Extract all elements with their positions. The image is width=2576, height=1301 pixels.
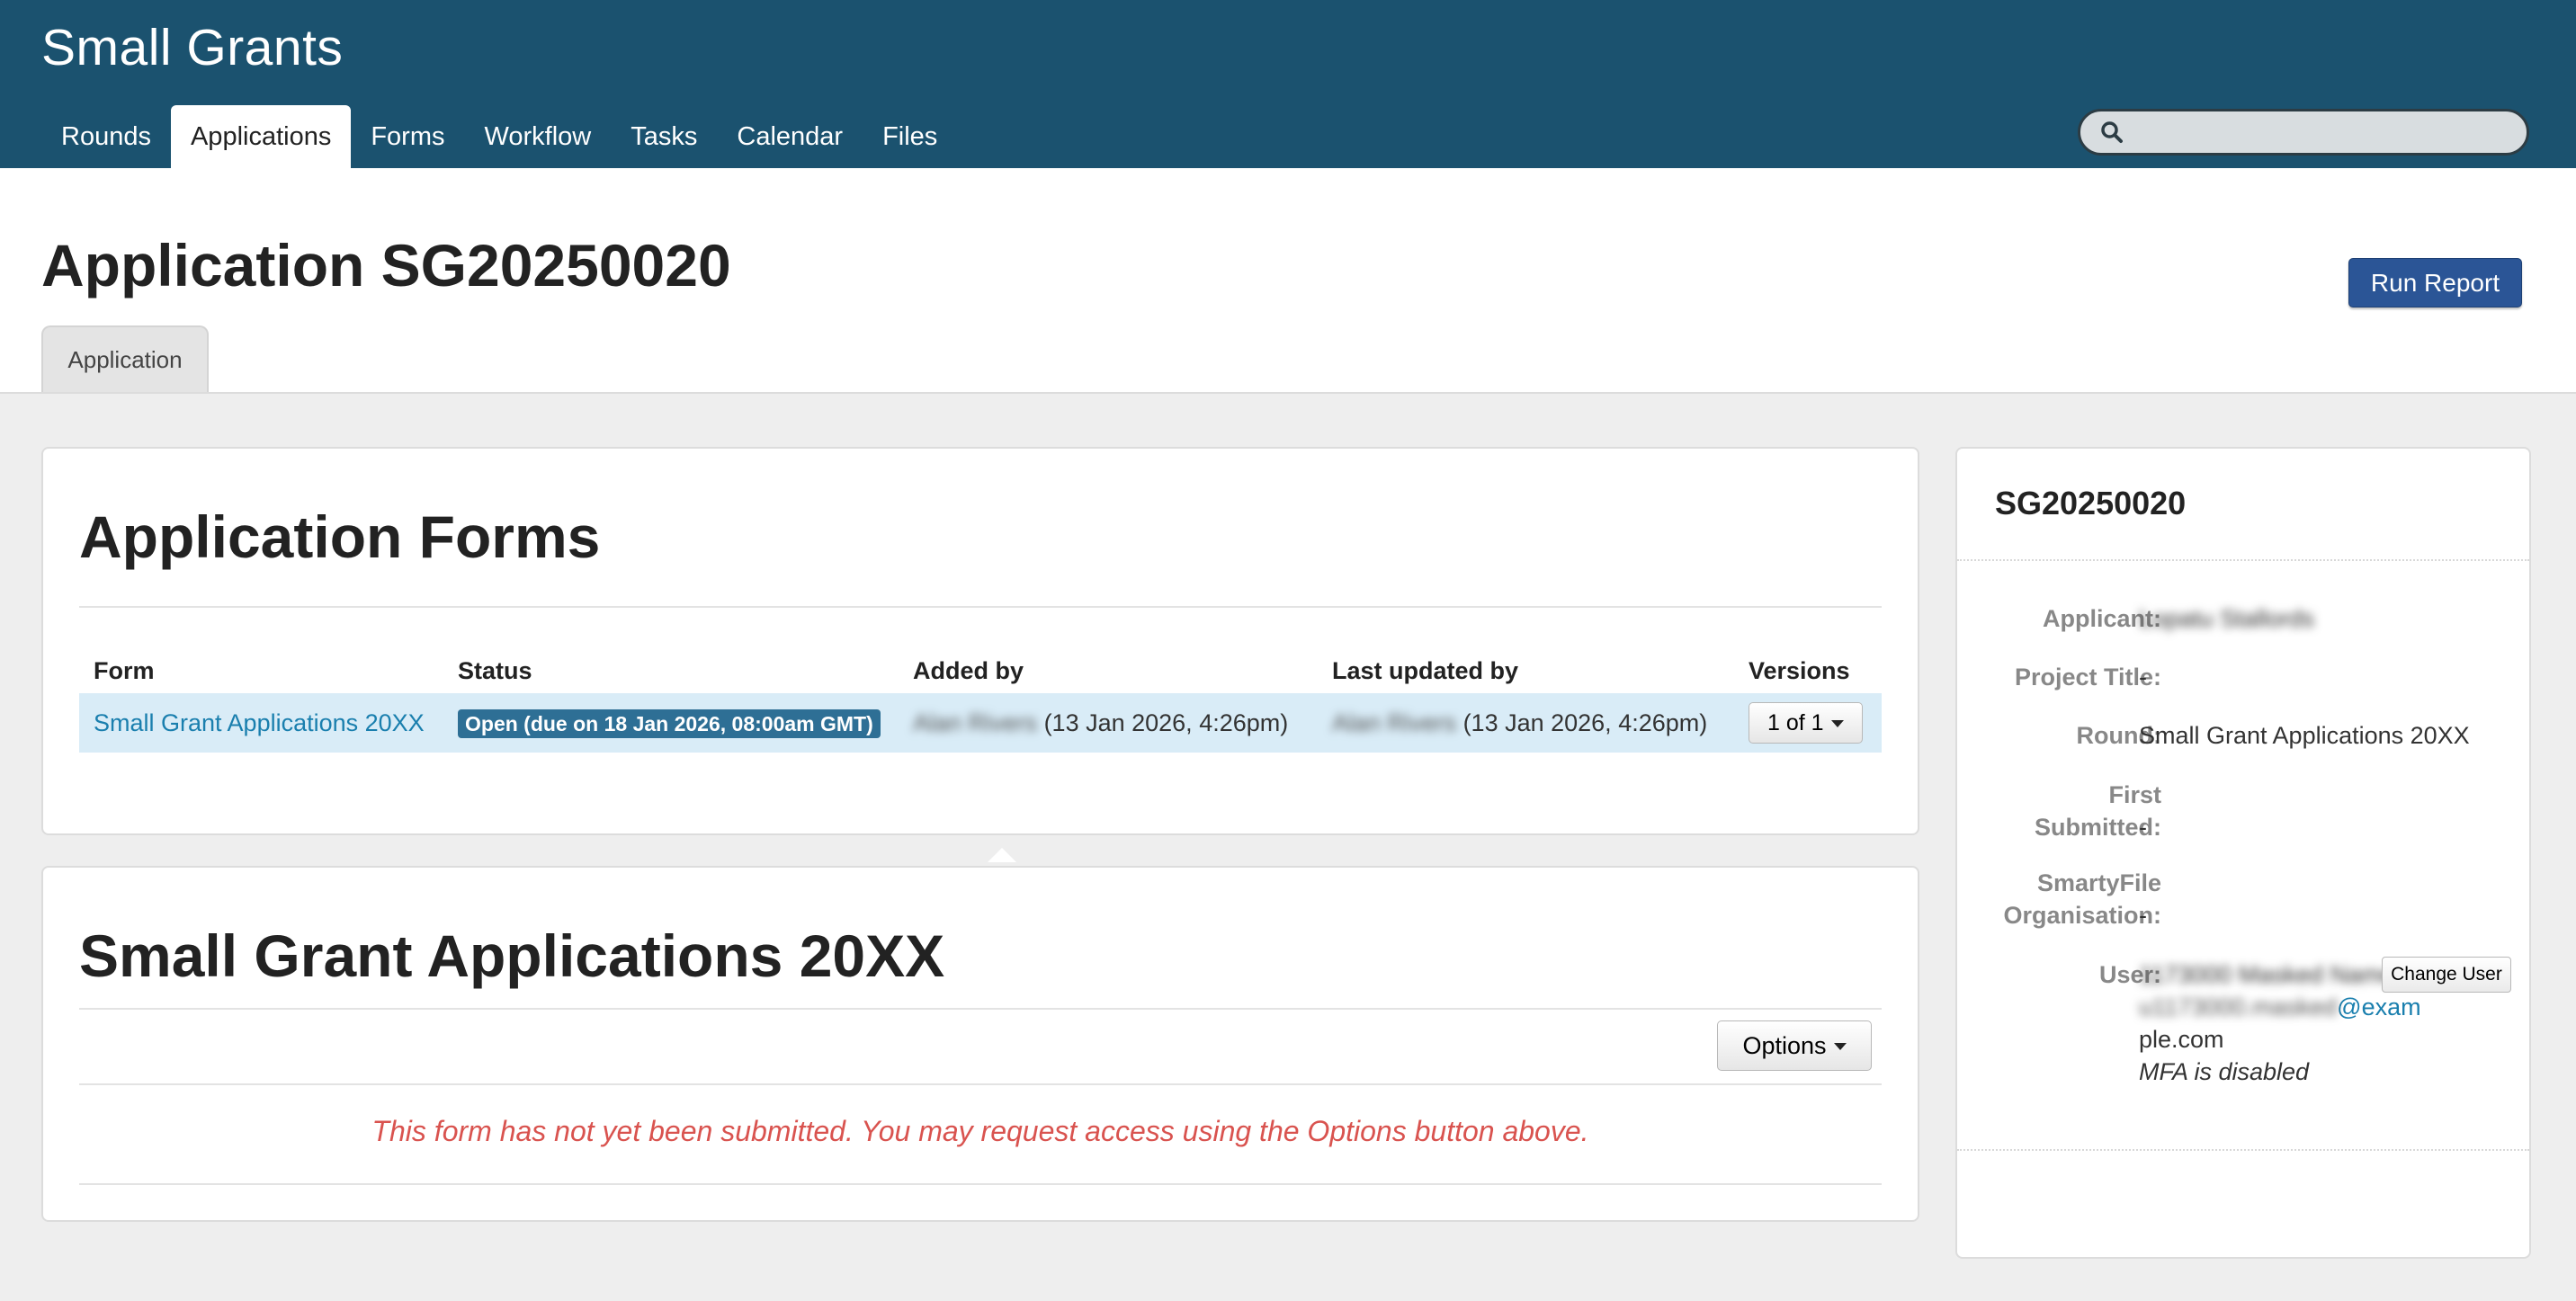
- summary-title: SG20250020: [1995, 485, 2187, 521]
- column-header-status: Status: [458, 656, 532, 684]
- nav-applications[interactable]: Applications: [170, 105, 352, 168]
- options-dropdown-button[interactable]: Options: [1717, 1020, 1872, 1071]
- divider: [79, 606, 1882, 608]
- column-header-versions: Versions: [1749, 656, 1850, 684]
- versions-dropdown-button[interactable]: 1 of 1: [1749, 702, 1863, 744]
- first-submitted-value: -: [2139, 814, 2147, 841]
- application-summary-panel: SG20250020 Applicant: Lopatu Stallords P…: [1955, 447, 2531, 1259]
- divider: [1957, 1149, 2529, 1151]
- not-submitted-message: This form has not yet been submitted. Yo…: [371, 1115, 1589, 1147]
- run-report-button[interactable]: Run Report: [2348, 258, 2522, 307]
- column-header-form: Form: [94, 656, 155, 684]
- nav-files[interactable]: Files: [863, 105, 957, 168]
- caret-down-icon: [1830, 719, 1844, 727]
- versions-label: 1 of 1: [1767, 709, 1824, 735]
- column-header-last-updated-by: Last updated by: [1332, 656, 1519, 684]
- form-cell: Small Grant Applications 20XX: [79, 693, 443, 753]
- updated-by-name: Alan Rivers: [1332, 708, 1457, 736]
- user-name: 1173000 Masked Name: [2139, 961, 2395, 988]
- updated-by-date: (13 Jan 2026, 4:26pm): [1462, 708, 1708, 736]
- top-header: Small Grants Rounds Applications Forms W…: [0, 0, 2576, 168]
- tab-application[interactable]: Application: [41, 325, 209, 392]
- user-email-masked[interactable]: u1173000.masked: [2139, 994, 2337, 1020]
- table-row: Small Grant Applications 20XX Open (due …: [79, 693, 1882, 753]
- user-email-line1[interactable]: u1173000.masked@exam: [2139, 991, 2421, 1023]
- form-detail-title: Small Grant Applications 20XX: [79, 922, 945, 989]
- applicant-value: Lopatu Stallords: [2139, 605, 2315, 632]
- added-by-date: (13 Jan 2026, 4:26pm): [1043, 708, 1289, 736]
- options-label: Options: [1742, 1031, 1827, 1059]
- main-nav: Rounds Applications Forms Workflow Tasks…: [41, 105, 957, 168]
- project-title-value: -: [2139, 664, 2147, 691]
- nav-forms[interactable]: Forms: [351, 105, 464, 168]
- application-forms-title: Application Forms: [79, 503, 601, 570]
- nav-workflow[interactable]: Workflow: [465, 105, 612, 168]
- versions-cell: 1 of 1: [1734, 693, 1882, 753]
- last-updated-by-cell: Alan Rivers (13 Jan 2026, 4:26pm): [1318, 693, 1734, 753]
- status-cell: Open (due on 18 Jan 2026, 08:00am GMT): [443, 693, 899, 753]
- organisation-label-line2: Organisation:: [2003, 902, 2161, 929]
- divider: [79, 1008, 1882, 1010]
- nav-calendar[interactable]: Calendar: [717, 105, 863, 168]
- forms-table: Form Status Added by Last updated by Ver…: [79, 648, 1882, 753]
- page-title: Application SG20250020: [41, 232, 731, 299]
- divider: [1957, 559, 2529, 561]
- caret-down-icon: [1833, 1043, 1847, 1051]
- panel-pointer: [988, 848, 1016, 862]
- divider: [79, 1183, 1882, 1185]
- organisation-value: -: [2139, 902, 2147, 929]
- round-link[interactable]: Small Grant Applications 20XX: [2139, 719, 2470, 752]
- user-email-domain-part1[interactable]: @exam: [2337, 994, 2420, 1020]
- divider: [79, 1083, 1882, 1085]
- column-header-added-by: Added by: [913, 656, 1024, 684]
- first-submitted-label-line1: First: [2108, 781, 2161, 808]
- search-box[interactable]: [2078, 109, 2529, 156]
- mfa-status: MFA is disabled: [2139, 1058, 2310, 1085]
- organisation-label-line1: SmartyFile: [2036, 869, 2161, 896]
- page-header: Application SG20250020 Run Report Applic…: [0, 168, 2576, 394]
- app-title: Small Grants: [41, 19, 344, 76]
- search-icon: [2100, 119, 2127, 146]
- search-input[interactable]: [2136, 113, 2527, 151]
- nav-rounds[interactable]: Rounds: [41, 105, 171, 168]
- status-badge: Open (due on 18 Jan 2026, 08:00am GMT): [458, 708, 881, 738]
- nav-tasks[interactable]: Tasks: [611, 105, 717, 168]
- form-detail-panel: Small Grant Applications 20XX Options Th…: [41, 866, 1919, 1222]
- user-email-domain-part2[interactable]: ple.com: [2139, 1023, 2224, 1056]
- table-header-row: Form Status Added by Last updated by Ver…: [79, 648, 1882, 693]
- form-link[interactable]: Small Grant Applications 20XX: [94, 709, 425, 736]
- added-by-cell: Alan Rivers (13 Jan 2026, 4:26pm): [899, 693, 1318, 753]
- application-forms-panel: Application Forms Form Status Added by L…: [41, 447, 1919, 835]
- change-user-button[interactable]: Change User: [2382, 957, 2511, 993]
- added-by-name: Alan Rivers: [913, 708, 1038, 736]
